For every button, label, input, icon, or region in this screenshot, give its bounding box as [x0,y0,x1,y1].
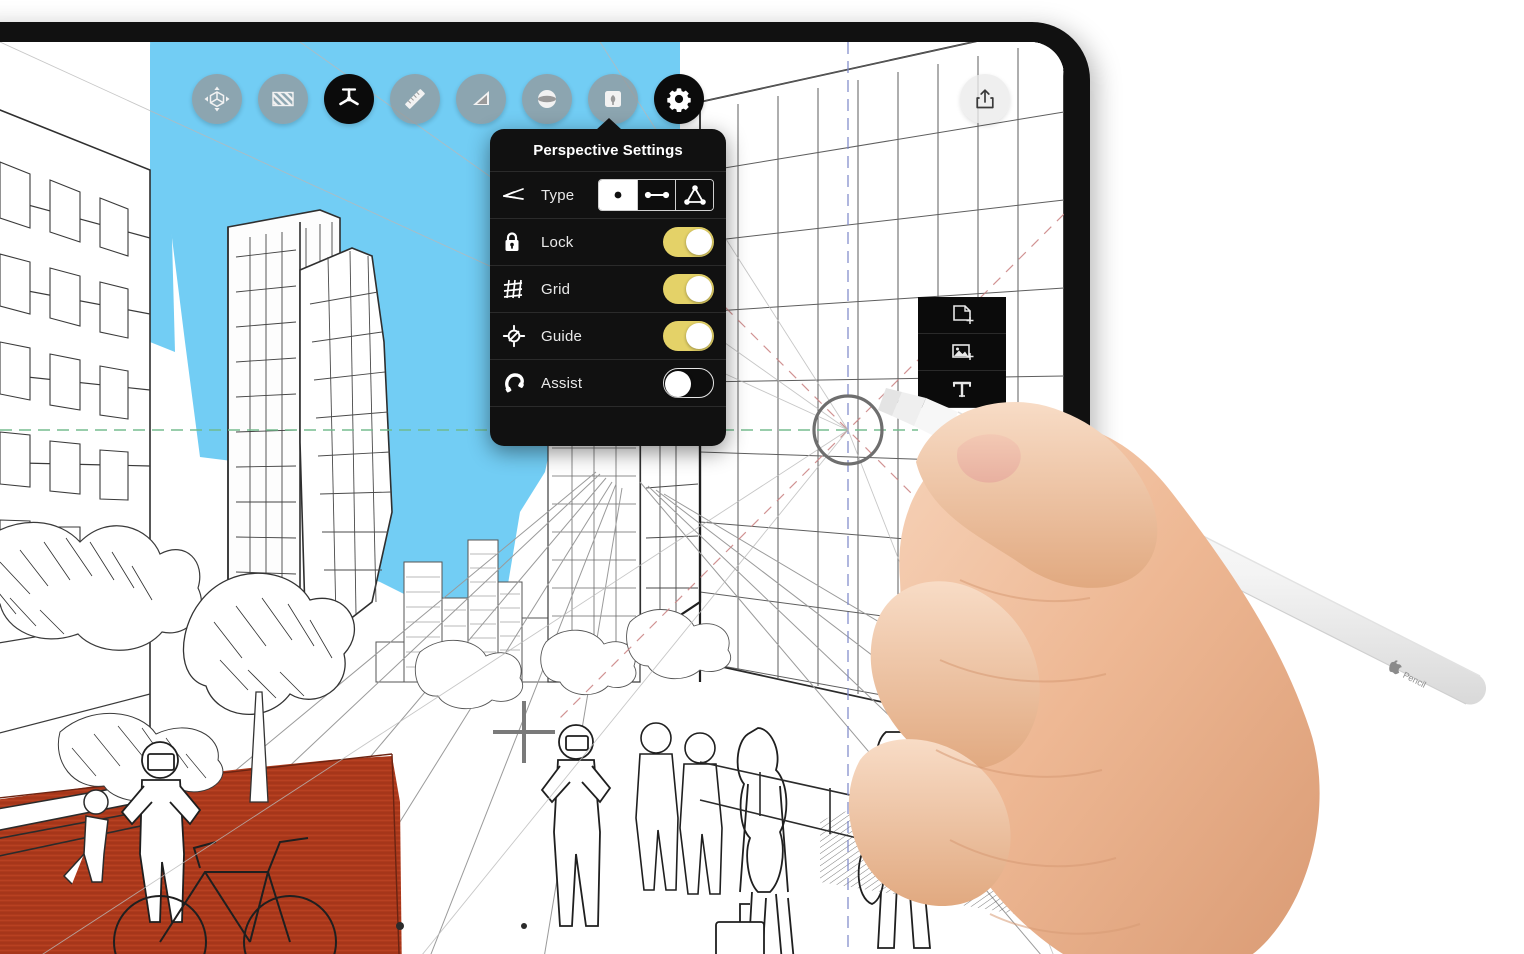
tool-fill[interactable] [258,74,308,124]
ruler-icon [405,89,425,109]
tool-transform[interactable] [192,74,242,124]
add-page-icon [953,305,974,324]
screenshot-root: Perspective Settings Type Lock Grid Guid… [0,0,1524,954]
tool-settings[interactable] [654,74,704,124]
segment-2-point[interactable] [637,180,675,210]
settings-row-type: Type [490,171,726,218]
crosshair-target-icon [502,324,536,348]
grid-hash-icon [502,278,536,300]
tool-set-square[interactable] [456,74,506,124]
settings-label-assist: Assist [541,374,583,392]
settings-row-guide: Guide [490,312,726,359]
settings-row-grid: Grid [490,265,726,312]
popover-footer-spacer [490,406,726,446]
settings-row-assist: Assist [490,359,726,406]
tool-ellipse[interactable] [522,74,572,124]
triangle-ruler-icon [473,91,489,105]
toggle-grid[interactable] [663,274,714,304]
share-export-icon [976,89,994,109]
hatch-fill-icon [272,91,294,107]
settings-row-lock: Lock [490,218,726,265]
toggle-knob [686,229,712,255]
settings-label-guide: Guide [541,327,583,345]
tool-stamp[interactable] [588,74,638,124]
share-button[interactable] [960,74,1010,124]
two-point-icon [644,191,669,199]
toggle-lock[interactable] [663,227,714,257]
perspective-axes-icon [339,88,359,106]
perspective-settings-popover: Perspective Settings Type Lock Grid Guid… [490,118,726,446]
3d-cube-move-icon [204,86,230,112]
one-point-icon [614,191,622,199]
segment-3-point[interactable] [675,180,713,210]
magnet-icon [502,371,536,395]
toggle-assist[interactable] [663,368,714,398]
perspective-lines-icon [502,185,536,205]
settings-label-lock: Lock [541,233,574,251]
toggle-knob [686,276,712,302]
hand-holding-pencil: Pencil [840,330,1524,954]
toggle-knob [686,323,712,349]
toggle-guide[interactable] [663,321,714,351]
hand-pencil-illustration: Pencil [848,388,1487,954]
gear-icon [667,88,691,112]
tool-ruler[interactable] [390,74,440,124]
three-point-icon [683,185,706,205]
perspective-type-segmented[interactable] [598,179,714,211]
top-toolbar [192,74,704,124]
padlock-icon [502,231,536,253]
settings-label-grid: Grid [541,280,571,298]
tool-perspective[interactable] [324,74,374,124]
stamp-icon [605,91,621,107]
toggle-knob [665,371,691,397]
ellipse-guide-icon [538,90,556,108]
add-layer-button[interactable] [918,297,1006,334]
settings-label-type: Type [541,186,575,204]
popover-title: Perspective Settings [533,142,683,159]
segment-1-point[interactable] [599,180,637,210]
